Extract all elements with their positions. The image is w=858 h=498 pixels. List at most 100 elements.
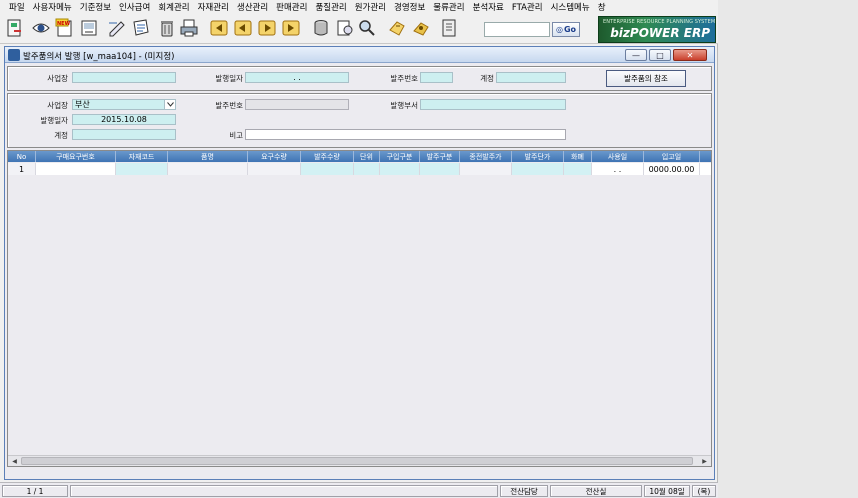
order-number-field[interactable] xyxy=(420,72,453,83)
menu-production[interactable]: 생산관리 xyxy=(233,1,272,13)
next-record-icon[interactable] xyxy=(256,17,278,39)
order-request-reference-button[interactable]: 발주품의 참조 xyxy=(606,70,686,87)
order-items-grid: No 구매요구번호 자재코드 품명 요구수량 발주수량 단위 구입구분 발주구분… xyxy=(7,150,712,467)
last-record-icon[interactable] xyxy=(280,17,302,39)
window-titlebar[interactable]: 발주품의서 발행 [w_maa104] - (미지정) — □ ✕ xyxy=(5,47,714,63)
column-header[interactable]: 입고일 xyxy=(644,151,700,162)
menu-fta[interactable]: FTA관리 xyxy=(508,1,547,13)
find-icon[interactable] xyxy=(356,17,378,39)
site-dropdown-value: 부산 xyxy=(75,100,90,109)
scrollbar-thumb[interactable] xyxy=(21,457,693,465)
print-icon[interactable] xyxy=(178,17,200,39)
new-icon[interactable]: NEW xyxy=(54,17,76,39)
column-header[interactable]: 화폐 xyxy=(564,151,592,162)
site-label: 사업장 xyxy=(47,101,68,110)
table-cell[interactable] xyxy=(512,163,564,175)
table-cell[interactable] xyxy=(116,163,168,175)
user-role: 전산담당 xyxy=(500,485,548,497)
first-record-icon[interactable] xyxy=(208,17,230,39)
previous-record-icon[interactable] xyxy=(232,17,254,39)
horizontal-scrollbar[interactable]: ◀ ▶ xyxy=(8,455,711,466)
status-weekday: (목) xyxy=(692,485,716,497)
column-header[interactable]: 자재코드 xyxy=(116,151,168,162)
column-header[interactable]: 사용일 xyxy=(592,151,644,162)
menu-file[interactable]: 파일 xyxy=(5,1,29,13)
menu-hr-payroll[interactable]: 인사급여 xyxy=(115,1,154,13)
menu-sales[interactable]: 판매관리 xyxy=(272,1,311,13)
column-header[interactable]: 품명 xyxy=(168,151,248,162)
site-label: 사업장 xyxy=(47,74,68,83)
order-header-panel: 사업장 부산 발주번호 발행부서 발행일자 2015.10.08 계정 비고 xyxy=(7,93,712,148)
database-icon[interactable] xyxy=(310,17,332,39)
window-icon xyxy=(8,49,20,61)
status-bar: 1 / 1 전산담당 전산실 10월 08일 (목) xyxy=(0,482,718,498)
site-dropdown[interactable]: 부산 xyxy=(72,99,176,110)
menu-materials[interactable]: 자재관리 xyxy=(194,1,233,13)
empty-background-area xyxy=(719,0,858,498)
maximize-button[interactable]: □ xyxy=(649,49,671,61)
column-header[interactable]: 종전발주가 xyxy=(460,151,512,162)
column-header[interactable]: 단위 xyxy=(354,151,380,162)
issue-date-field[interactable]: 2015.10.08 xyxy=(72,114,176,125)
window-title: 발주품의서 발행 [w_maa104] - (미지정) xyxy=(23,52,175,62)
go-button[interactable]: ◎ Go xyxy=(552,22,580,37)
remark-label: 비고 xyxy=(229,131,243,140)
table-cell[interactable] xyxy=(354,163,380,175)
brand-logo: ENTERPRISE RESOURCE PLANNING SYSTEM bizP… xyxy=(598,16,716,43)
order-number-label: 발주번호 xyxy=(390,74,418,83)
status-date: 10월 08일 xyxy=(644,485,690,497)
table-cell[interactable] xyxy=(36,163,116,175)
scroll-right-icon[interactable]: ▶ xyxy=(699,456,710,466)
close-icon: ✕ xyxy=(686,50,694,60)
table-cell[interactable] xyxy=(380,163,420,175)
search-input[interactable] xyxy=(484,22,550,37)
table-row[interactable]: 1 . . 0000.00.00 xyxy=(8,163,711,175)
menu-management-info[interactable]: 경영정보 xyxy=(390,1,429,13)
menu-base-info[interactable]: 기준정보 xyxy=(76,1,115,13)
menu-analysis[interactable]: 분석자료 xyxy=(469,1,508,13)
column-header[interactable]: 발주수량 xyxy=(301,151,354,162)
brand-name: bizPOWER ERP xyxy=(610,26,710,40)
menu-logistics[interactable]: 물류관리 xyxy=(429,1,468,13)
remark-field[interactable] xyxy=(245,129,566,140)
menu-accounting[interactable]: 회계관리 xyxy=(154,1,193,13)
site-field[interactable] xyxy=(72,72,176,83)
column-header[interactable]: 구입구분 xyxy=(380,151,420,162)
table-cell[interactable] xyxy=(564,163,592,175)
delete-icon[interactable] xyxy=(156,17,178,39)
exit-icon[interactable] xyxy=(4,17,26,39)
document-icon[interactable] xyxy=(130,17,152,39)
issuing-department-field[interactable] xyxy=(420,99,566,110)
menu-user-menu[interactable]: 사용자메뉴 xyxy=(29,1,76,13)
menu-quality[interactable]: 품질관리 xyxy=(311,1,350,13)
column-header[interactable]: 발주구분 xyxy=(420,151,460,162)
close-button[interactable]: ✕ xyxy=(673,49,707,61)
table-cell[interactable]: . . xyxy=(592,163,644,175)
table-cell[interactable]: 0000.00.00 xyxy=(644,163,700,175)
search-conditions-panel: 사업장 발행일자 . . 발주번호 계정 발주품의 참조 xyxy=(7,66,712,91)
table-cell[interactable] xyxy=(420,163,460,175)
column-header[interactable]: No xyxy=(8,151,36,162)
tools-icon[interactable] xyxy=(410,17,432,39)
view-icon[interactable] xyxy=(30,17,52,39)
row-number-cell: 1 xyxy=(8,163,36,175)
menu-window[interactable]: 창 xyxy=(594,1,610,13)
preview-icon[interactable] xyxy=(334,17,356,39)
table-cell[interactable] xyxy=(301,163,354,175)
column-header[interactable]: 발주단가 xyxy=(512,151,564,162)
issue-date-field[interactable]: . . xyxy=(245,72,349,83)
menu-cost[interactable]: 원가관리 xyxy=(351,1,390,13)
menu-system[interactable]: 시스템메뉴 xyxy=(547,1,594,13)
scroll-left-icon[interactable]: ◀ xyxy=(9,456,20,466)
column-header[interactable]: 구매요구번호 xyxy=(36,151,116,162)
save-icon[interactable] xyxy=(78,17,100,39)
account-field[interactable] xyxy=(496,72,566,83)
table-cell xyxy=(168,163,248,175)
close-window-icon[interactable] xyxy=(438,17,460,39)
chevron-down-icon[interactable] xyxy=(164,100,175,109)
account-field[interactable] xyxy=(72,129,176,140)
help-icon[interactable] xyxy=(386,17,408,39)
edit-icon[interactable] xyxy=(106,17,128,39)
column-header[interactable]: 요구수량 xyxy=(248,151,301,162)
minimize-button[interactable]: — xyxy=(625,49,647,61)
